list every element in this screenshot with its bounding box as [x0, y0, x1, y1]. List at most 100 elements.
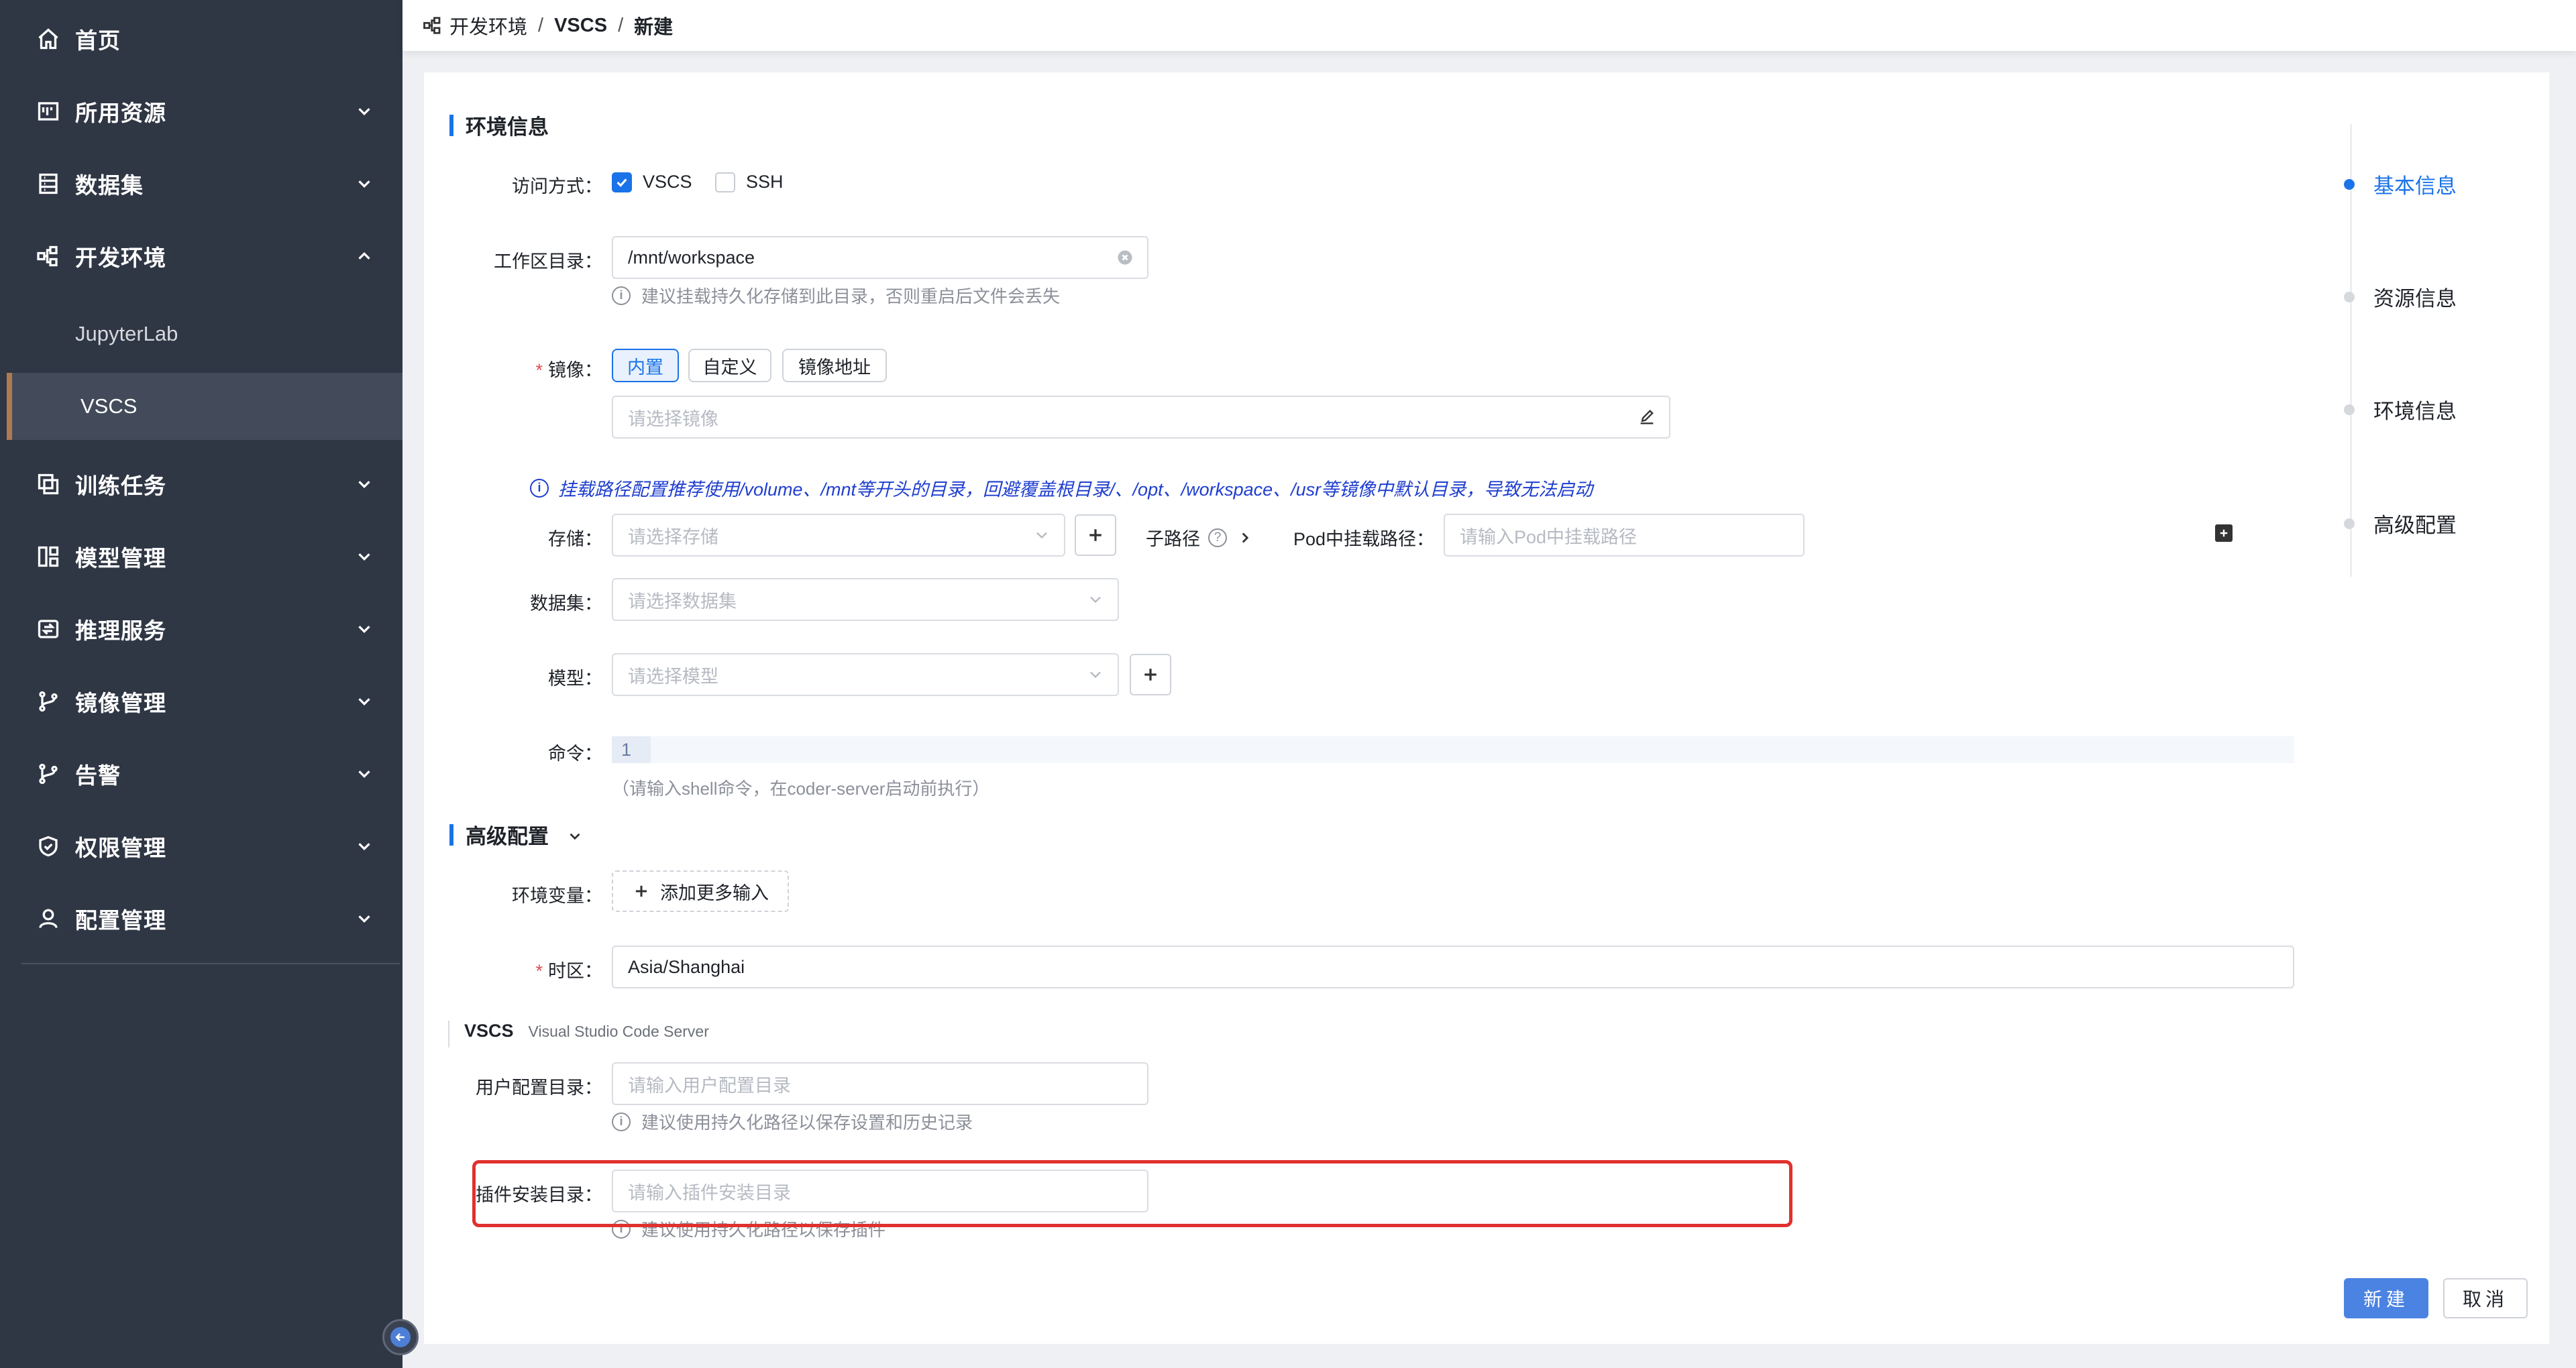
branch-icon	[36, 689, 60, 714]
storage-select[interactable]: 请选择存储	[612, 514, 1065, 557]
section-title-text: 高级配置	[466, 825, 549, 848]
chevron-down-icon	[354, 764, 374, 784]
checkbox-vscs[interactable]: VSCS	[612, 172, 692, 192]
hint-text: 建议使用持久化路径以保存插件	[641, 1220, 886, 1240]
user-config-input[interactable]: 请输入用户配置目录	[612, 1062, 1148, 1105]
sidebar-item-label: 配置管理	[75, 908, 166, 933]
workspace-label: 工作区目录：	[494, 251, 602, 272]
sidebar-item-label: 告警	[75, 763, 121, 788]
plus-icon	[1144, 669, 1157, 681]
user-icon	[36, 907, 60, 931]
sidebar-subitem-vscs[interactable]: VSCS	[7, 373, 402, 440]
image-tab-address[interactable]: 镜像地址	[782, 349, 887, 382]
timezone-input[interactable]: Asia/Shanghai	[612, 946, 2294, 988]
add-mount-icon[interactable]	[2215, 524, 2233, 542]
pod-mount-label: Pod中挂载路径：	[1293, 529, 1434, 549]
breadcrumb-item-vscs[interactable]: VSCS	[554, 15, 607, 37]
dataset-select[interactable]: 请选择数据集	[612, 578, 1119, 621]
training-icon	[36, 472, 60, 496]
breadcrumb-separator: /	[538, 14, 544, 36]
hint-text: 建议挂载持久化存储到此目录，否则重启后文件会丢失	[641, 286, 1061, 306]
command-label: 命令：	[548, 744, 602, 764]
anchor-advanced[interactable]: 高级配置	[2341, 508, 2457, 538]
clear-icon[interactable]	[1115, 247, 1135, 268]
sidebar-item-home[interactable]: 首页	[0, 3, 402, 75]
placeholder: 请输入Pod中挂载路径	[1460, 526, 1638, 547]
anchor-resource-info[interactable]: 资源信息	[2341, 282, 2457, 312]
anchor-env-info[interactable]: 环境信息	[2341, 394, 2457, 424]
plugin-dir-input[interactable]: 请输入插件安装目录	[612, 1170, 1148, 1212]
cancel-button[interactable]: 取消	[2443, 1278, 2528, 1318]
model-icon	[36, 545, 60, 569]
hint-text: 建议使用持久化路径以保存设置和历史记录	[641, 1113, 973, 1133]
chevron-down-icon	[1032, 525, 1052, 545]
anchor-basic-info[interactable]: 基本信息	[2341, 169, 2457, 199]
model-label: 模型：	[548, 669, 602, 689]
resource-icon	[36, 99, 60, 123]
section-bar	[449, 114, 453, 136]
sidebar-subitem-label: JupyterLab	[75, 322, 178, 345]
command-hint: （请输入shell命令，在coder-server启动前执行）	[612, 779, 990, 799]
placeholder: 请选择镜像	[628, 408, 718, 429]
add-storage-button[interactable]	[1075, 514, 1116, 556]
sidebar-item-label: 首页	[75, 28, 121, 53]
chevron-down-icon	[1085, 589, 1106, 610]
dev-env-icon	[423, 15, 443, 36]
image-tab-builtin[interactable]: 内置	[612, 349, 679, 382]
chevron-down-icon	[354, 474, 374, 494]
user-config-label: 用户配置目录：	[476, 1078, 602, 1098]
anchor-label: 资源信息	[2373, 287, 2457, 310]
sidebar-subitem-label: VSCS	[80, 394, 138, 418]
alert-icon	[36, 762, 60, 786]
image-tab-custom[interactable]: 自定义	[688, 349, 771, 382]
chevron-down-icon	[354, 836, 374, 856]
shield-icon	[36, 834, 60, 858]
required-mark: *	[535, 360, 543, 380]
workspace-input-value: /mnt/workspace	[628, 247, 755, 268]
info-icon: i	[612, 1219, 631, 1239]
sidebar-collapse-button[interactable]	[382, 1319, 419, 1355]
label-text: 时区：	[548, 961, 602, 981]
add-model-button[interactable]	[1130, 654, 1171, 695]
chevron-down-icon	[1085, 665, 1106, 685]
placeholder: 请选择数据集	[628, 591, 737, 612]
anchor-label: 环境信息	[2373, 400, 2457, 423]
plus-icon	[1089, 529, 1102, 541]
plus-icon	[635, 885, 647, 897]
model-select[interactable]: 请选择模型	[612, 653, 1119, 696]
sidebar-item-label: 推理服务	[75, 618, 166, 643]
dev-env-icon	[36, 244, 60, 268]
chevron-down-icon	[566, 826, 584, 844]
add-env-var-button[interactable]: 添加更多输入	[612, 870, 789, 912]
breadcrumb-item-dev-env[interactable]: 开发环境	[449, 11, 527, 40]
chevron-down-icon	[354, 909, 374, 929]
sidebar-item-permission[interactable]: 权限管理	[0, 810, 402, 882]
checkbox-ssh[interactable]: SSH	[715, 172, 784, 192]
edit-icon[interactable]	[1637, 407, 1657, 427]
plugin-dir-label: 插件安装目录：	[476, 1185, 602, 1205]
workspace-input[interactable]: /mnt/workspace	[612, 236, 1148, 279]
image-select-input[interactable]: 请选择镜像	[612, 396, 1670, 439]
required-mark: *	[535, 961, 543, 981]
label-text: 镜像：	[548, 360, 602, 380]
pod-mount-input[interactable]: 请输入Pod中挂载路径	[1444, 514, 1805, 557]
env-vars-label: 环境变量：	[512, 886, 602, 906]
checkbox-unchecked-icon	[715, 172, 735, 192]
sidebar-item-training[interactable]: 训练任务	[0, 448, 402, 520]
placeholder: 请输入用户配置目录	[628, 1075, 791, 1096]
sidebar-item-resources[interactable]: 所用资源	[0, 75, 402, 148]
info-icon: i	[612, 1112, 631, 1131]
home-icon	[36, 27, 60, 51]
access-label: 访问方式：	[512, 176, 602, 196]
command-editor[interactable]: 1	[612, 736, 2294, 763]
sidebar-item-label: 权限管理	[75, 836, 166, 860]
section-bar	[449, 823, 453, 846]
dataset-icon	[36, 172, 60, 196]
top-header: 开发环境 / VSCS / 新建	[402, 0, 2576, 51]
section-title-advanced[interactable]: 高级配置	[449, 819, 584, 850]
timezone-value: Asia/Shanghai	[628, 956, 745, 977]
timezone-label: * 时区：	[294, 956, 602, 982]
vscs-subsection-title: VSCS Visual Studio Code Server	[448, 1021, 709, 1047]
checkbox-label: VSCS	[643, 172, 692, 192]
create-button[interactable]: 新建	[2344, 1278, 2428, 1318]
